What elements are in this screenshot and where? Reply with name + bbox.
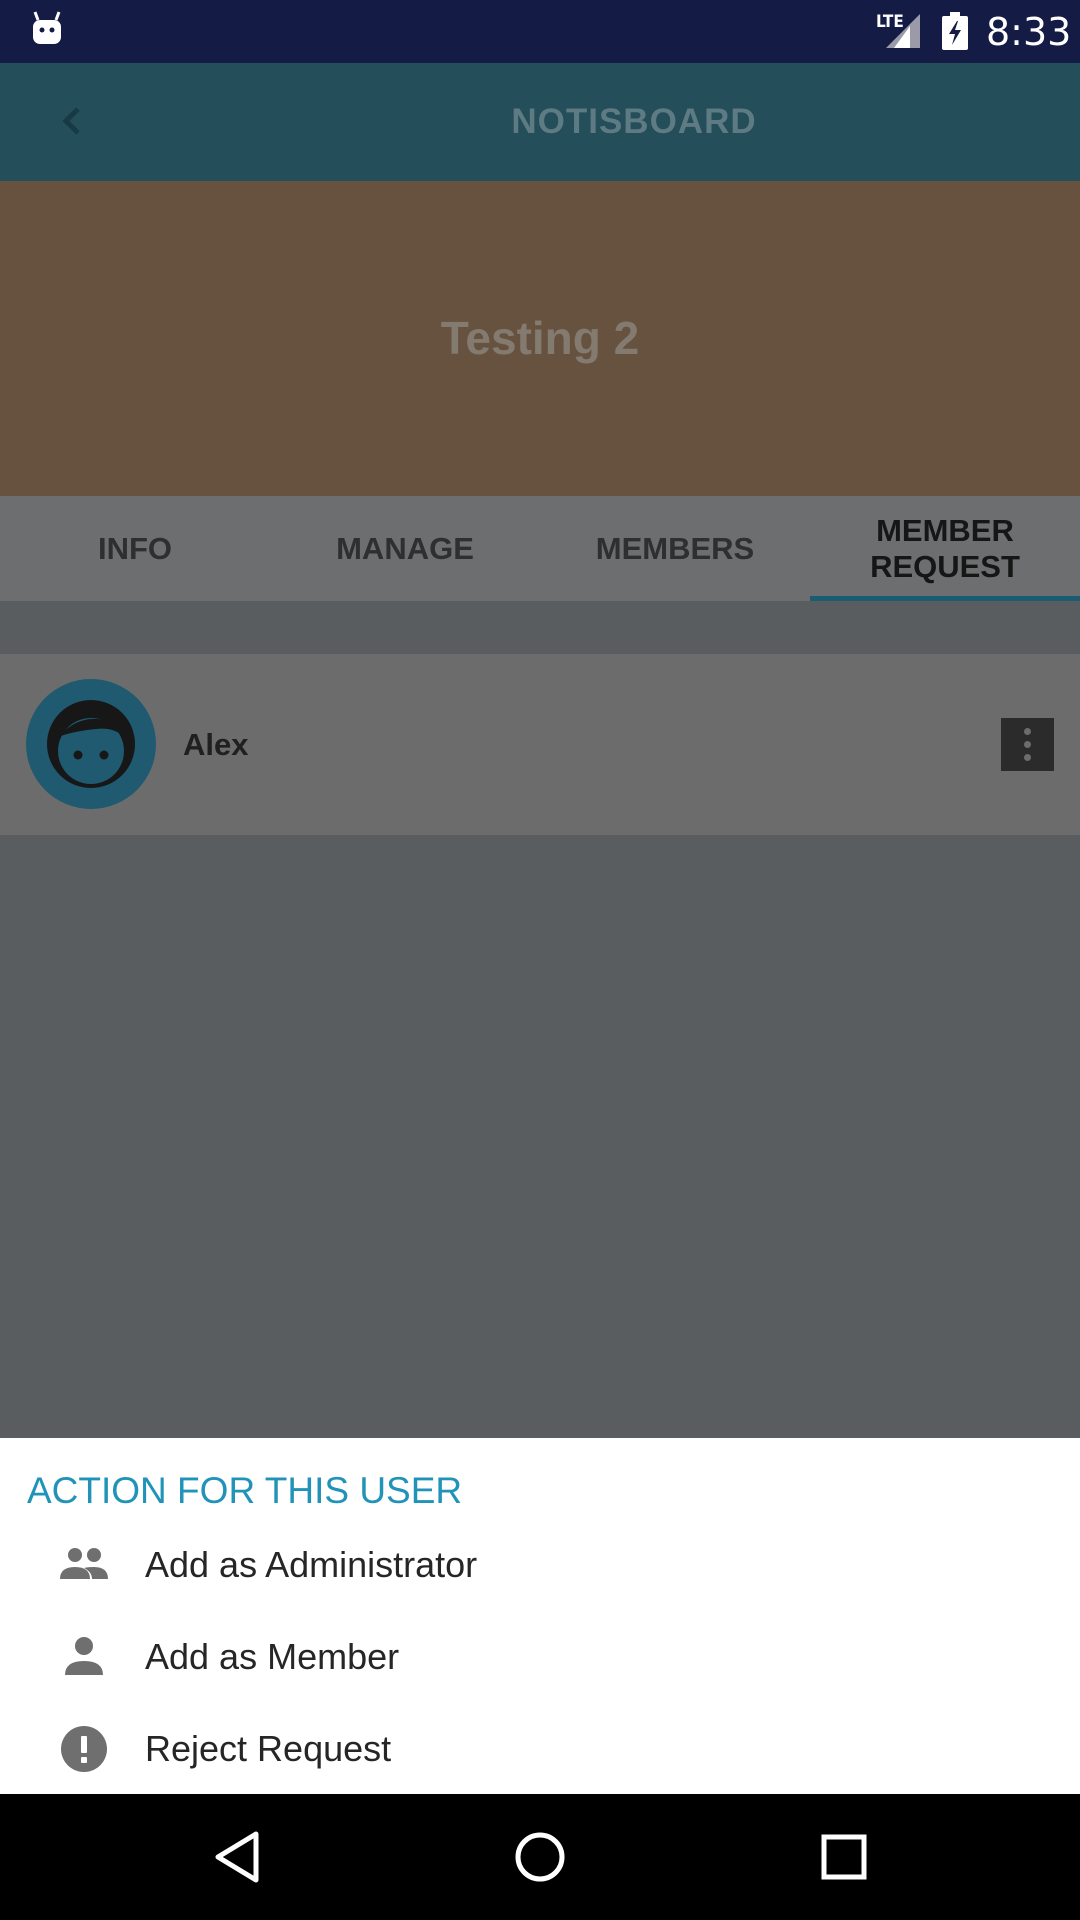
- android-icon: [33, 11, 61, 44]
- avatar: [26, 679, 156, 809]
- action-label: Add as Administrator: [145, 1544, 478, 1585]
- action-label: Add as Member: [145, 1636, 400, 1677]
- action-bottom-sheet: ACTION FOR THIS USER Add as Administrato…: [0, 1438, 1080, 1794]
- recents-square-icon[interactable]: [820, 1830, 868, 1884]
- people-icon: [60, 1548, 108, 1579]
- back-triangle-icon[interactable]: [212, 1830, 262, 1884]
- action-label: Reject Request: [145, 1728, 392, 1769]
- tab-member-request[interactable]: MEMBER REQUEST: [810, 496, 1080, 601]
- tab-manage[interactable]: MANAGE: [270, 496, 540, 601]
- tab-bar: INFO MANAGE MEMBERS MEMBER REQUEST: [0, 496, 1080, 601]
- member-name: Alex: [183, 727, 249, 762]
- tab-members[interactable]: MEMBERS: [540, 496, 810, 601]
- navigation-bar: [0, 1794, 1080, 1920]
- sheet-title: ACTION FOR THIS USER: [27, 1470, 463, 1511]
- face-icon: [47, 700, 135, 788]
- tab-info[interactable]: INFO: [0, 496, 270, 601]
- reject-request-button[interactable]: Reject Request: [0, 1703, 1080, 1795]
- board-banner: Testing 2: [0, 181, 1080, 496]
- clock: 8:33: [986, 10, 1072, 54]
- add-as-member-button[interactable]: Add as Member: [0, 1611, 1080, 1703]
- app-title: NOTISBOARD: [511, 102, 757, 141]
- add-as-administrator-button[interactable]: Add as Administrator: [0, 1519, 1080, 1611]
- alert-circle-icon: [61, 1726, 107, 1772]
- active-tab-indicator: [810, 596, 1080, 601]
- list-item[interactable]: Alex: [0, 654, 1080, 835]
- home-circle-icon[interactable]: [513, 1830, 567, 1884]
- person-icon: [65, 1637, 103, 1675]
- board-name: Testing 2: [440, 312, 640, 364]
- status-bar: LTE 8:33: [0, 0, 1080, 63]
- battery-charging-icon: [942, 12, 968, 50]
- signal-icon: [886, 14, 920, 48]
- more-vert-icon[interactable]: [1001, 718, 1054, 771]
- app-bar: NOTISBOARD: [0, 63, 1080, 181]
